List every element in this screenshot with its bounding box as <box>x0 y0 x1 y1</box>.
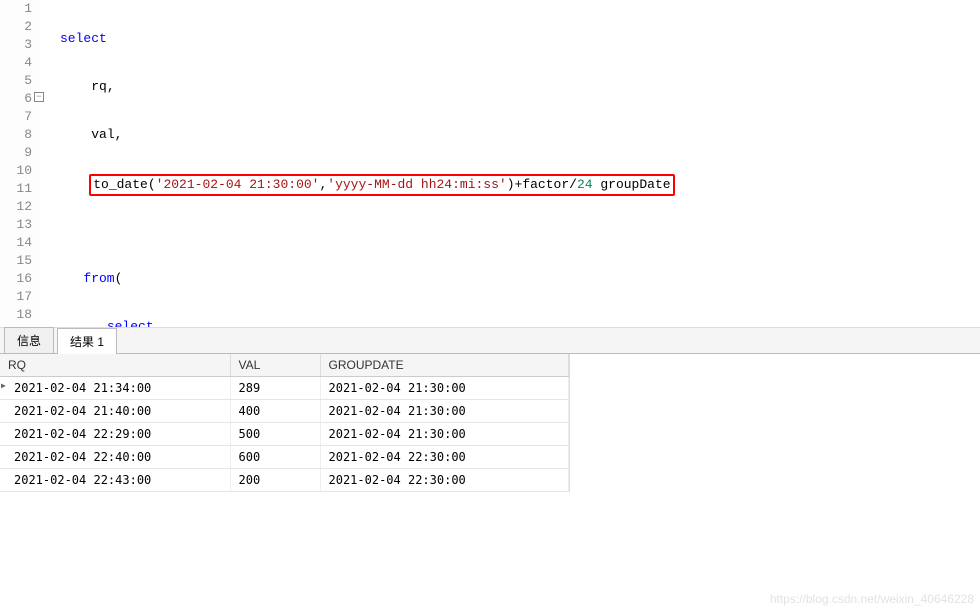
table-row[interactable]: 2021-02-04 21:34:00 289 2021-02-04 21:30… <box>0 377 569 400</box>
tab-result-1[interactable]: 结果 1 <box>57 328 117 354</box>
col-val: val <box>91 127 114 142</box>
tab-info[interactable]: 信息 <box>4 327 54 353</box>
watermark: https://blog.csdn.net/weixin_40646228 <box>770 592 974 606</box>
col-rq: rq <box>91 79 107 94</box>
table-row[interactable]: 2021-02-04 22:40:00 600 2021-02-04 22:30… <box>0 446 569 469</box>
kw-select: select <box>60 31 107 46</box>
kw-from: from <box>83 271 114 286</box>
code-area[interactable]: select rq, val, to_date('2021-02-04 21:3… <box>40 0 980 327</box>
sql-editor[interactable]: 12345 6− 789101112131415161718 select rq… <box>0 0 980 328</box>
result-tabs: 信息 结果 1 <box>0 328 980 354</box>
col-header-val[interactable]: VAL <box>230 354 320 377</box>
table-row[interactable]: 2021-02-04 21:40:00 400 2021-02-04 21:30… <box>0 400 569 423</box>
line-gutter: 12345 6− 789101112131415161718 <box>0 0 40 327</box>
highlighted-expression: to_date('2021-02-04 21:30:00','yyyy-MM-d… <box>89 174 674 196</box>
col-header-rq[interactable]: RQ <box>0 354 230 377</box>
table-row[interactable]: 2021-02-04 22:43:00 200 2021-02-04 22:30… <box>0 469 569 492</box>
kw-select-inner: select <box>107 319 154 328</box>
result-grid[interactable]: RQ VAL GROUPDATE 2021-02-04 21:34:00 289… <box>0 354 570 492</box>
fold-toggle[interactable]: − <box>34 92 44 102</box>
col-header-groupdate[interactable]: GROUPDATE <box>320 354 569 377</box>
table-row[interactable]: 2021-02-04 22:29:00 500 2021-02-04 21:30… <box>0 423 569 446</box>
